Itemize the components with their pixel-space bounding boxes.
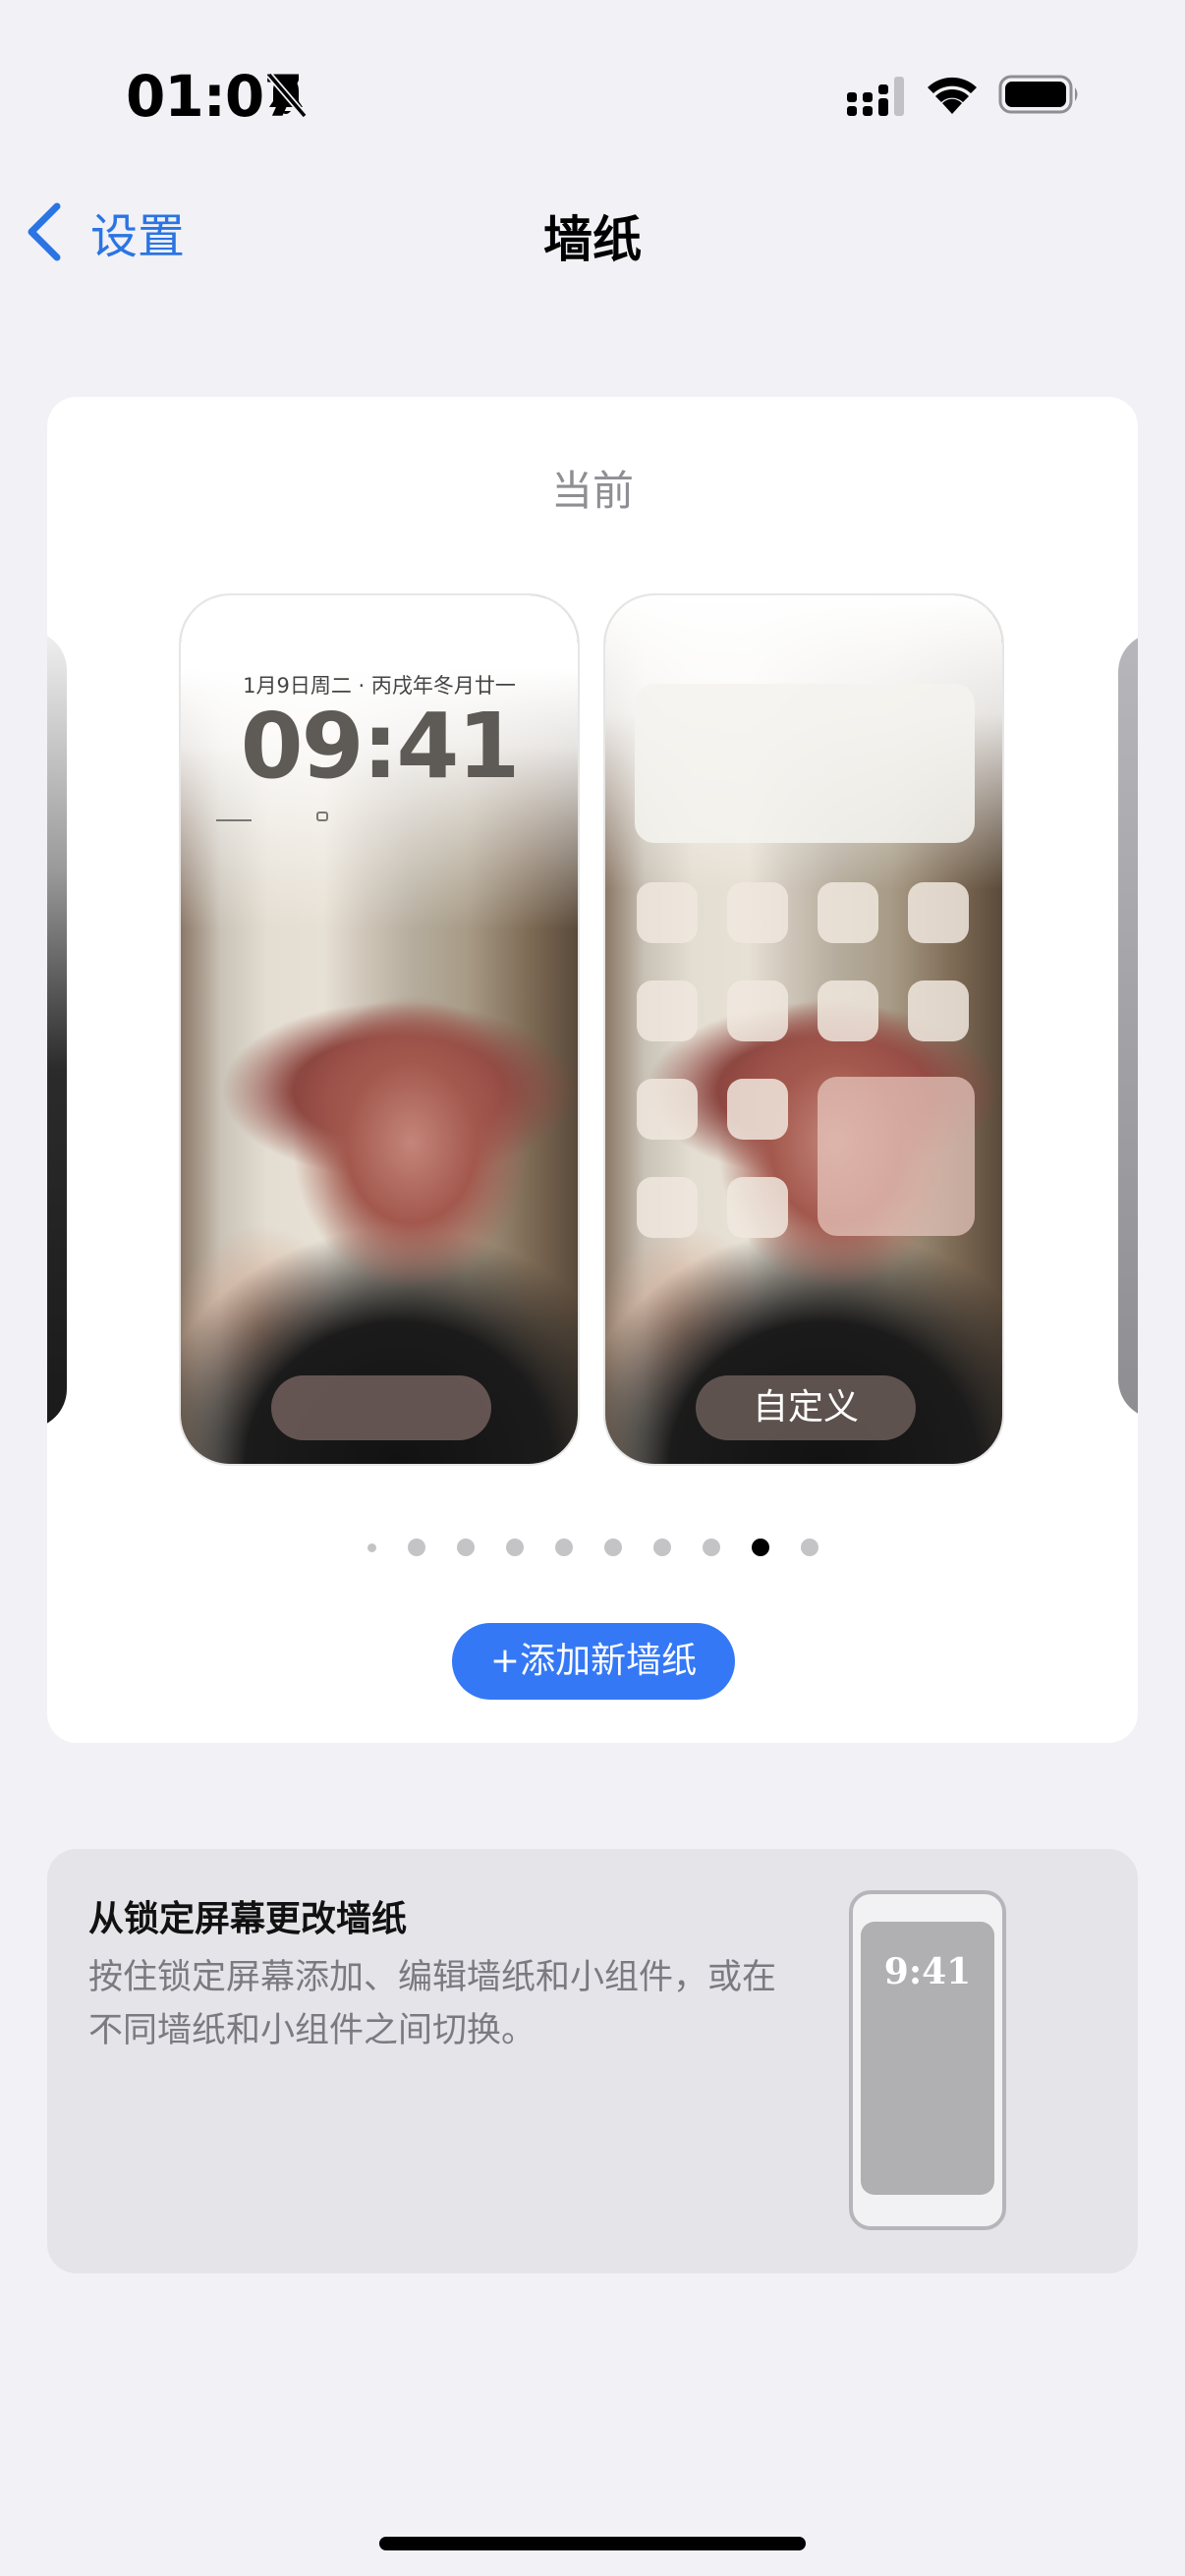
app-icon-placeholder — [727, 980, 788, 1041]
page-dot[interactable] — [800, 1539, 818, 1556]
page-dot[interactable] — [367, 1542, 376, 1552]
app-icon-placeholder — [818, 882, 878, 943]
lock-time: 09:41 — [240, 694, 521, 799]
page-dot[interactable] — [456, 1539, 475, 1556]
info-card: 从锁定屏幕更改墙纸 按住锁定屏幕添加、编辑墙纸和小组件，或在不同墙纸和小组件之间… — [47, 1849, 1138, 2273]
lock-screen-preview[interactable]: 1月9日周二 · 丙戌年冬月廿一 09:41 — [179, 593, 580, 1466]
illustration-screen: 9:41 — [861, 1922, 994, 2195]
current-label: 当前 — [550, 467, 634, 515]
home-indicator[interactable] — [379, 2537, 806, 2550]
app-icon-placeholder — [637, 1079, 698, 1140]
app-icon-placeholder — [637, 980, 698, 1041]
page-dot[interactable] — [505, 1539, 524, 1556]
app-icon-placeholder — [908, 882, 969, 943]
add-new-wallpaper-button[interactable]: +添加新墙纸 — [452, 1623, 735, 1700]
page-indicator[interactable] — [47, 1539, 1138, 1556]
app-icon-placeholder — [727, 1177, 788, 1238]
page-dot[interactable] — [407, 1539, 425, 1556]
app-icon-placeholder — [908, 980, 969, 1041]
lock-widget — [316, 812, 328, 821]
page-dot[interactable] — [554, 1539, 573, 1556]
home-widget-placeholder — [818, 1077, 975, 1236]
wifi-icon — [928, 77, 977, 114]
battery-icon — [998, 75, 1078, 114]
info-title: 从锁定屏幕更改墙纸 — [88, 1899, 408, 1939]
bell-slash-icon — [266, 72, 308, 119]
status-bar: 01:07 — [0, 0, 1185, 187]
wallpaper-card: 当前 1月9日周二 · 丙戌年冬月廿一 09:41 自定义 +添加新墙纸 — [47, 397, 1138, 1743]
illustration-time: 9:41 — [883, 1951, 972, 1992]
app-icon-placeholder — [637, 882, 698, 943]
app-icon-placeholder — [818, 980, 878, 1041]
app-icon-placeholder — [727, 1079, 788, 1140]
lock-screen-illustration: 9:41 — [849, 1890, 1006, 2230]
page-dot[interactable] — [751, 1539, 769, 1556]
lock-widget — [216, 812, 252, 821]
app-icon-placeholder — [727, 882, 788, 943]
cellular-icon — [847, 77, 904, 116]
next-wallpaper-preview[interactable] — [1118, 633, 1138, 1419]
app-icon-placeholder — [637, 1177, 698, 1238]
page-dot[interactable] — [702, 1539, 720, 1556]
wallpaper-settings-page: 01:07 设置 墙纸 当前 1月9日周二 · 丙戌年冬月廿一 09:41 自定… — [0, 0, 1185, 2576]
lock-customize-button[interactable] — [271, 1375, 491, 1440]
page-dot[interactable] — [652, 1539, 671, 1556]
previous-wallpaper-preview[interactable] — [47, 631, 67, 1428]
customize-button[interactable]: 自定义 — [696, 1375, 916, 1440]
home-screen-preview[interactable]: 自定义 — [603, 593, 1004, 1466]
page-title: 墙纸 — [543, 211, 642, 268]
info-body: 按住锁定屏幕添加、编辑墙纸和小组件，或在不同墙纸和小组件之间切换。 — [88, 1958, 777, 2050]
page-dot[interactable] — [603, 1539, 622, 1556]
home-widget-placeholder — [635, 684, 975, 843]
